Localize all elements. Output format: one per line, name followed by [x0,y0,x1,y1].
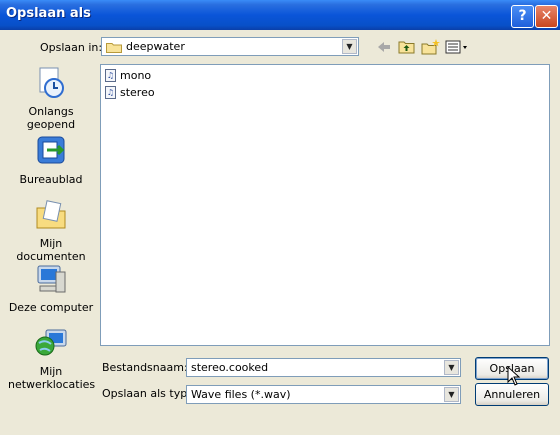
file-list[interactable]: ♫ mono ♫ stereo [100,64,550,346]
chevron-down-icon[interactable]: ▼ [444,387,459,402]
save-in-label: Opslaan in: [40,41,103,54]
network-places-icon [35,329,67,356]
filename-input[interactable]: stereo.cooked ▼ [186,358,461,377]
file-name: mono [120,69,152,82]
desktop-icon [37,136,65,164]
mouse-cursor-icon [507,366,521,386]
filetype-label: Opslaan als type: [102,387,198,400]
filename-label: Bestandsnaam: [102,361,188,374]
place-recent-label-2: geopend [26,118,76,131]
back-arrow-icon[interactable] [376,38,392,56]
save-as-dialog: Opslaan als ? ✕ Opslaan in: deepwater ▼ [0,0,560,435]
place-desktop-label: Bureaublad [19,173,83,186]
title-bar[interactable]: Opslaan als ? ✕ [0,0,560,30]
filetype-value: Wave files (*.wav) [191,388,291,401]
up-folder-icon[interactable] [398,38,416,56]
audio-file-icon: ♫ [105,86,116,99]
audio-file-icon: ♫ [105,69,116,82]
place-network-label-1: Mijn [39,365,63,378]
folder-icon [106,43,122,53]
my-computer-icon [37,265,66,293]
place-recent[interactable]: Onlangs geopend [8,66,94,131]
views-menu-icon[interactable] [445,38,469,56]
save-in-value: deepwater [126,40,185,53]
close-button[interactable]: ✕ [535,5,558,28]
place-network-label-2: netwerklocaties [8,378,96,391]
chevron-down-icon[interactable]: ▼ [444,360,459,375]
recent-documents-icon [39,67,64,98]
save-in-dropdown[interactable]: deepwater ▼ [101,37,359,56]
place-my-documents-label: Mijn documenten [16,237,86,263]
window-title: Opslaan als [6,6,91,21]
place-network[interactable]: Mijn netwerklocaties [8,326,96,391]
places-bar: Onlangs geopend Bureaublad Mijn document… [8,60,96,400]
place-my-computer[interactable]: Deze computer [8,262,94,314]
my-documents-icon [36,200,66,229]
help-icon: ? [518,8,527,24]
place-my-computer-label: Deze computer [8,301,94,314]
filename-value: stereo.cooked [191,361,269,374]
place-desktop[interactable]: Bureaublad [8,134,94,186]
new-folder-icon[interactable] [421,38,441,56]
file-name: stereo [120,86,155,99]
close-icon: ✕ [540,8,553,24]
chevron-down-icon[interactable]: ▼ [342,39,357,54]
help-button[interactable]: ? [511,5,534,28]
place-my-documents[interactable]: Mijn documenten [8,198,94,263]
filetype-dropdown[interactable]: Wave files (*.wav) ▼ [186,385,461,404]
place-recent-label-1: Onlangs [28,105,74,118]
